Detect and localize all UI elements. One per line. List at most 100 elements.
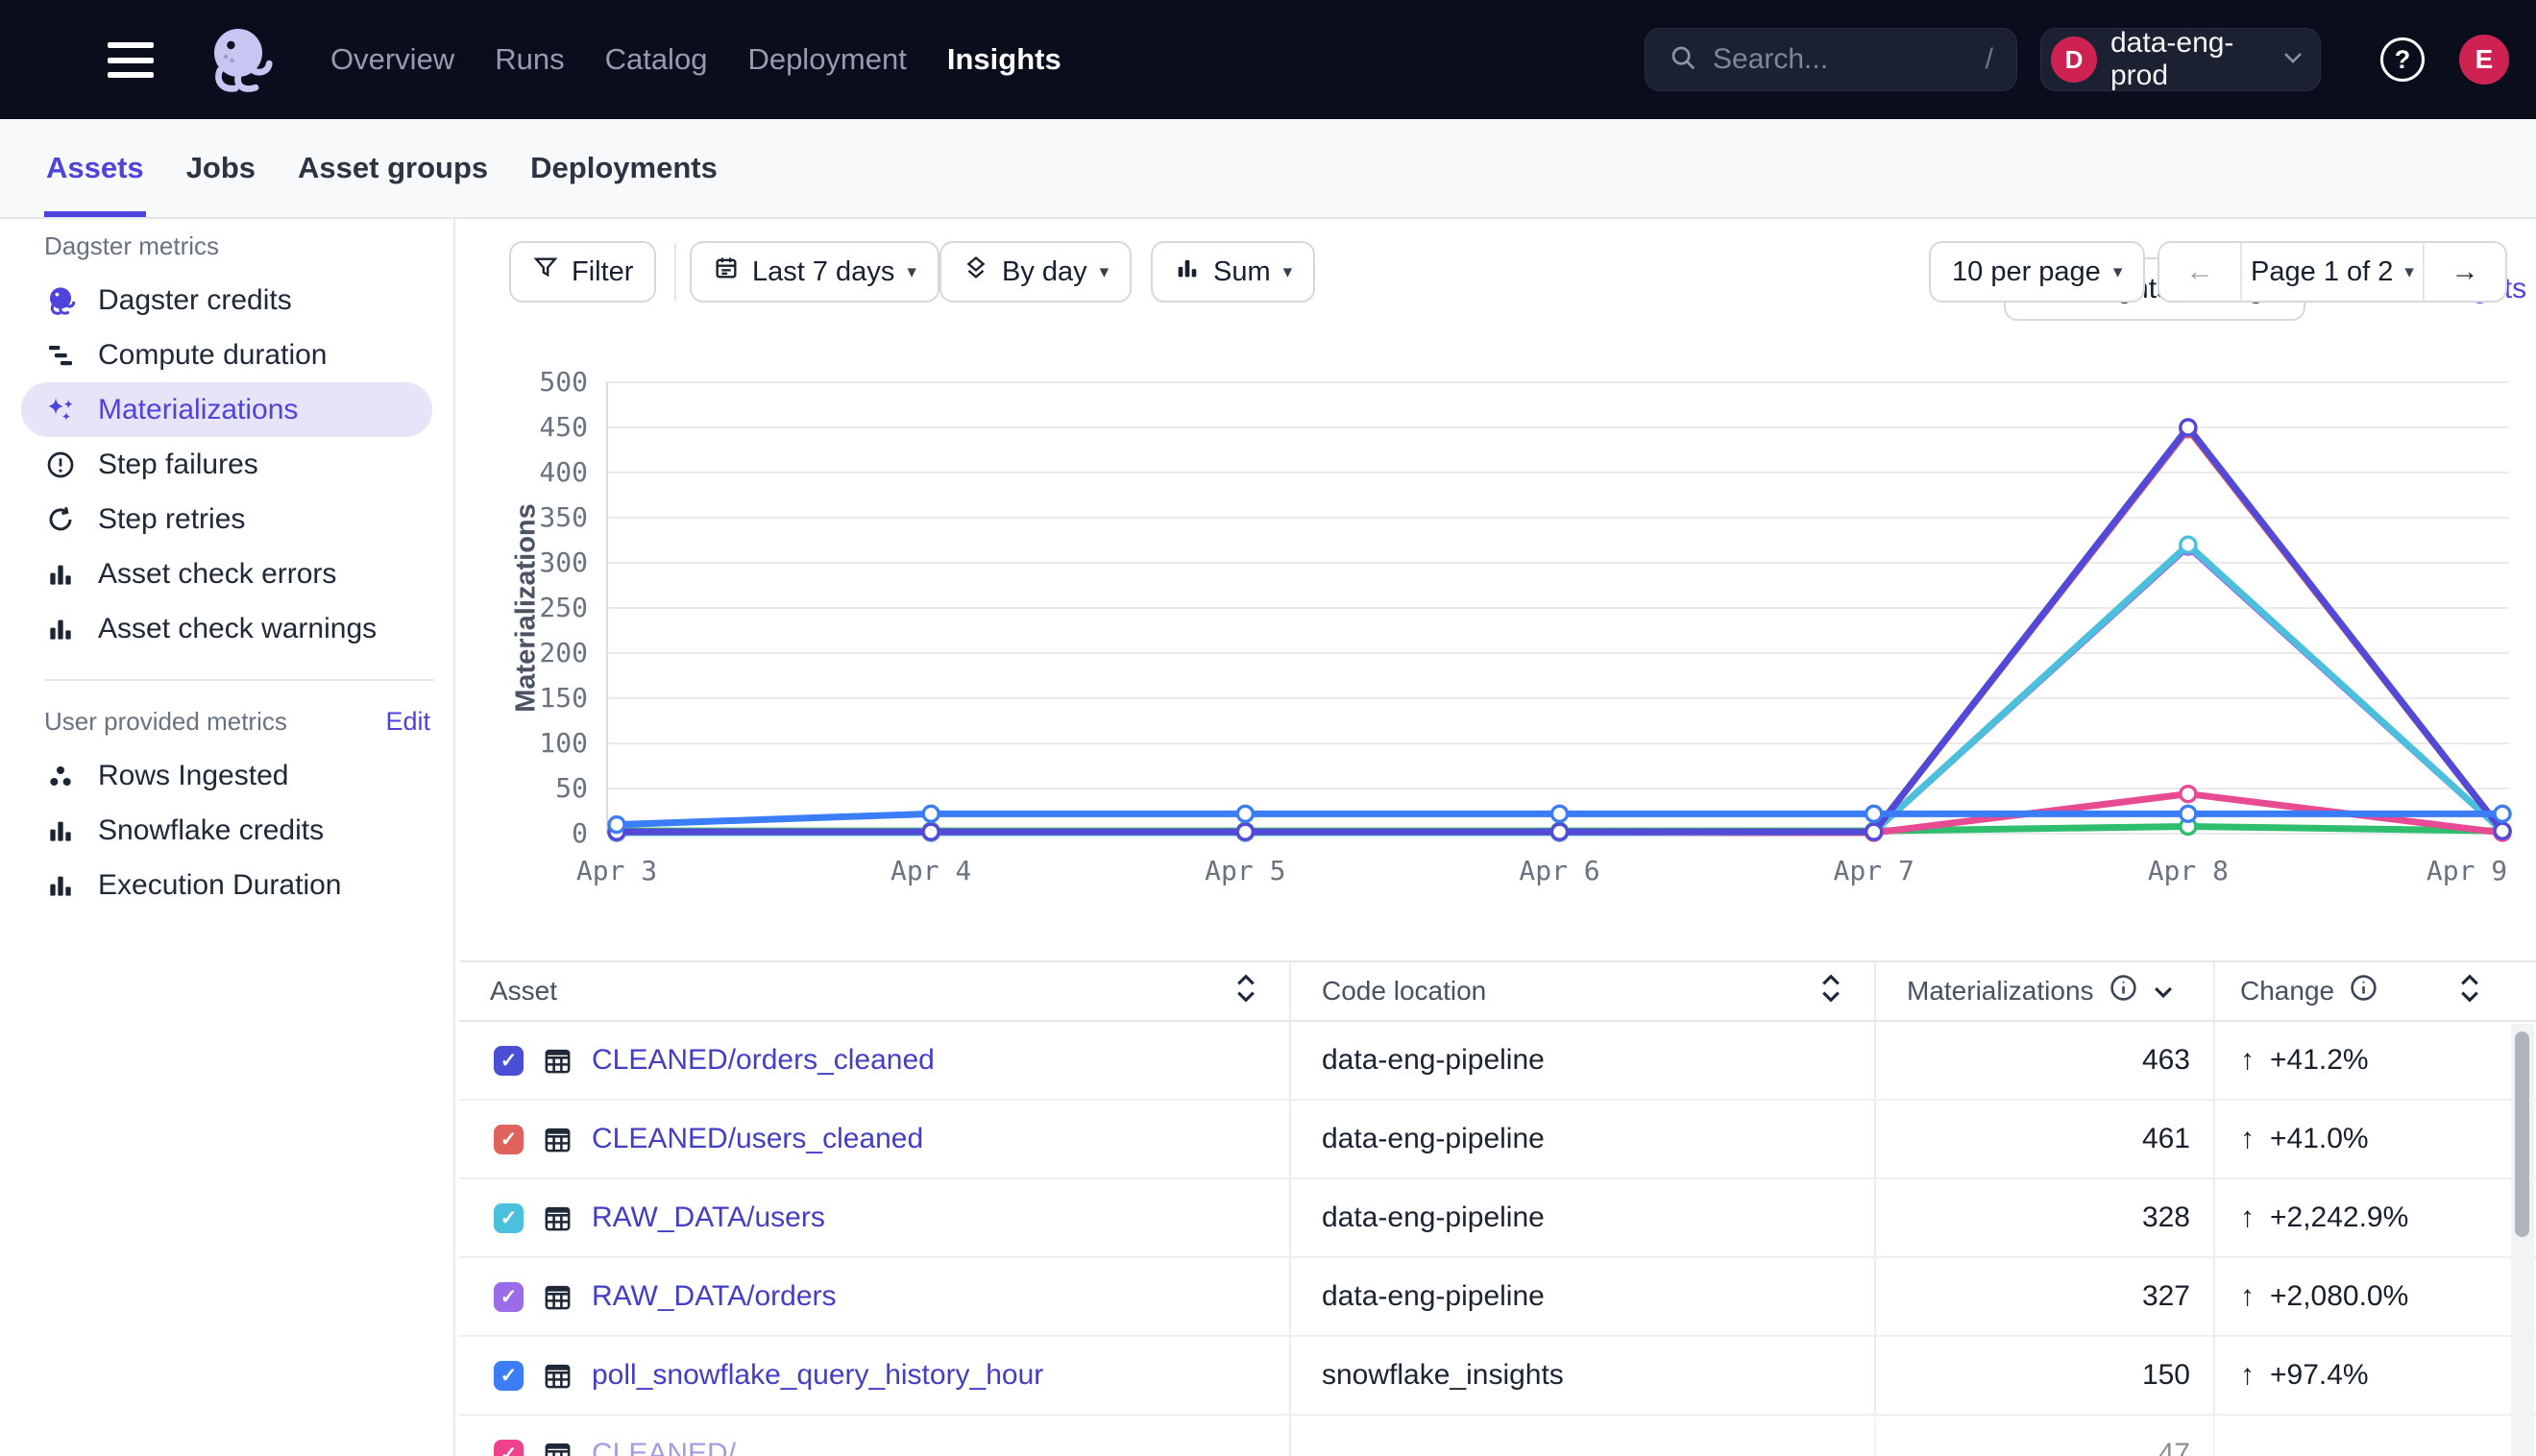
topnav-link-runs[interactable]: Runs xyxy=(495,42,564,77)
series-checkbox[interactable]: ✓ xyxy=(494,1203,524,1233)
scrollbar-thumb[interactable] xyxy=(2515,1031,2529,1237)
data-point[interactable] xyxy=(1866,823,1882,838)
data-point[interactable] xyxy=(923,825,939,840)
sort-down-icon[interactable] xyxy=(2153,976,2174,1007)
hamburger-menu-icon[interactable] xyxy=(108,42,154,78)
asset-link[interactable]: poll_snowflake_query_history_hour xyxy=(592,1359,1043,1392)
data-point[interactable] xyxy=(923,806,939,821)
series-checkbox[interactable]: ✓ xyxy=(494,1282,524,1312)
data-point[interactable] xyxy=(923,823,939,838)
column-header-code-location[interactable]: Code location xyxy=(1291,962,1876,1020)
data-point[interactable] xyxy=(609,825,624,840)
data-point[interactable] xyxy=(2181,818,2196,834)
data-point[interactable] xyxy=(1866,825,1882,840)
data-point[interactable] xyxy=(609,825,624,840)
user-avatar[interactable]: E xyxy=(2459,35,2509,85)
data-point[interactable] xyxy=(1552,825,1568,840)
data-point[interactable] xyxy=(923,825,939,840)
dagster-logo-icon[interactable] xyxy=(200,21,277,98)
sidebar-item-snowflake-credits[interactable]: Snowflake credits xyxy=(21,803,432,858)
data-point[interactable] xyxy=(1237,824,1253,839)
data-point[interactable] xyxy=(2495,806,2510,821)
series-checkbox[interactable]: ✓ xyxy=(494,1361,524,1391)
sidebar-item-step-retries[interactable]: Step retries xyxy=(21,492,432,546)
data-point[interactable] xyxy=(2495,823,2510,838)
series-checkbox[interactable]: ✓ xyxy=(494,1440,524,1456)
tab-jobs[interactable]: Jobs xyxy=(184,119,257,217)
asset-link[interactable]: RAW_DATA/users xyxy=(592,1201,825,1234)
data-point[interactable] xyxy=(2495,823,2510,838)
asset-link[interactable]: CLEANED/orders_cleaned xyxy=(592,1044,935,1077)
data-point[interactable] xyxy=(1866,824,1882,839)
search-input[interactable]: Search... / xyxy=(1645,28,2017,91)
topnav-link-deployment[interactable]: Deployment xyxy=(747,42,906,77)
data-point[interactable] xyxy=(1237,825,1253,840)
sidebar-edit-link[interactable]: Edit xyxy=(385,707,430,737)
tab-deployments[interactable]: Deployments xyxy=(528,119,719,217)
per-page-button[interactable]: 10 per page ▾ xyxy=(1929,241,2145,303)
data-point[interactable] xyxy=(1552,825,1568,840)
data-point[interactable] xyxy=(1866,824,1882,839)
data-point[interactable] xyxy=(609,824,624,839)
sort-icon[interactable] xyxy=(1820,972,1841,1011)
aggregation-button[interactable]: Sum ▾ xyxy=(1151,241,1315,303)
sidebar-item-step-failures[interactable]: Step failures xyxy=(21,437,432,492)
data-point[interactable] xyxy=(1237,806,1253,821)
asset-link[interactable]: RAW_DATA/orders xyxy=(592,1280,837,1313)
data-point[interactable] xyxy=(2495,823,2510,838)
sidebar-item-asset-check-warnings[interactable]: Asset check warnings xyxy=(21,601,432,656)
column-header-change[interactable]: Change xyxy=(2215,962,2507,1020)
date-range-button[interactable]: Last 7 days ▾ xyxy=(690,241,939,303)
data-point[interactable] xyxy=(2181,537,2196,552)
data-point[interactable] xyxy=(1866,824,1882,839)
data-point[interactable] xyxy=(1552,824,1568,839)
data-point[interactable] xyxy=(1237,823,1253,838)
asset-link[interactable]: CLEANED/users_cleaned xyxy=(592,1123,923,1155)
sidebar-item-rows-ingested[interactable]: Rows Ingested xyxy=(21,748,432,803)
series-checkbox[interactable]: ✓ xyxy=(494,1125,524,1154)
data-point[interactable] xyxy=(609,823,624,838)
sidebar-item-compute-duration[interactable]: Compute duration xyxy=(21,328,432,382)
series-checkbox[interactable]: ✓ xyxy=(494,1046,524,1076)
topnav-link-insights[interactable]: Insights xyxy=(947,42,1061,77)
asset-link[interactable]: CLEANED/… xyxy=(592,1438,765,1456)
data-point[interactable] xyxy=(1237,824,1253,839)
topnav-link-overview[interactable]: Overview xyxy=(330,42,454,77)
column-header-asset[interactable]: Asset xyxy=(459,962,1291,1020)
page-indicator-button[interactable]: Page 1 of 2 ▾ xyxy=(2240,243,2425,301)
data-point[interactable] xyxy=(609,825,624,840)
data-point[interactable] xyxy=(923,825,939,840)
data-point[interactable] xyxy=(923,824,939,839)
data-point[interactable] xyxy=(1237,825,1253,840)
sort-icon[interactable] xyxy=(2459,972,2480,1011)
data-point[interactable] xyxy=(2181,420,2196,435)
workspace-switcher[interactable]: D data-eng-prod xyxy=(2040,28,2321,91)
data-point[interactable] xyxy=(923,824,939,839)
granularity-button[interactable]: By day ▾ xyxy=(939,241,1132,303)
next-page-button[interactable]: → xyxy=(2425,243,2505,301)
data-point[interactable] xyxy=(1552,825,1568,840)
topnav-link-catalog[interactable]: Catalog xyxy=(605,42,708,77)
data-point[interactable] xyxy=(2181,539,2196,554)
column-header-materializations[interactable]: Materializations xyxy=(1876,962,2215,1020)
sidebar-item-dagster-credits[interactable]: Dagster credits xyxy=(21,273,432,328)
data-point[interactable] xyxy=(609,817,624,833)
data-point[interactable] xyxy=(1866,824,1882,839)
info-icon[interactable] xyxy=(2109,974,2137,1008)
tab-asset-groups[interactable]: Asset groups xyxy=(296,119,490,217)
data-point[interactable] xyxy=(609,824,624,839)
table-scrollbar[interactable] xyxy=(2511,1024,2534,1456)
prev-page-button[interactable]: ← xyxy=(2159,243,2240,301)
sidebar-item-materializations[interactable]: Materializations xyxy=(21,382,432,437)
data-point[interactable] xyxy=(2181,787,2196,802)
data-point[interactable] xyxy=(2495,825,2510,840)
sort-icon[interactable] xyxy=(1235,972,1256,1011)
data-point[interactable] xyxy=(2181,806,2196,821)
data-point[interactable] xyxy=(2181,422,2196,437)
help-icon[interactable]: ? xyxy=(2380,37,2425,82)
sidebar-item-execution-duration[interactable]: Execution Duration xyxy=(21,858,432,912)
data-point[interactable] xyxy=(2495,823,2510,838)
data-point[interactable] xyxy=(1237,825,1253,840)
filter-button[interactable]: Filter xyxy=(509,241,656,303)
data-point[interactable] xyxy=(1552,824,1568,839)
